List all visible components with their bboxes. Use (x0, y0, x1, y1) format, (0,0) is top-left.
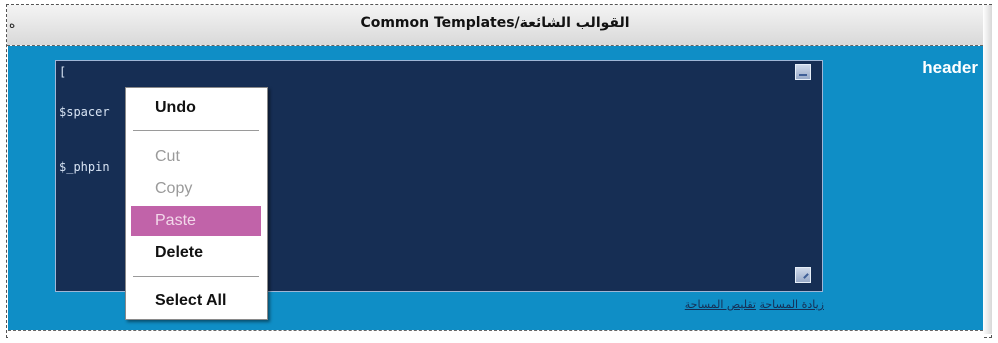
code-line: $_phpin (59, 160, 110, 174)
decrease-area-link[interactable]: تقليص المساحة (685, 298, 756, 311)
scroll-up-icon (799, 74, 807, 76)
right-shade (983, 5, 992, 334)
scroll-up-button[interactable] (795, 64, 811, 80)
field-label-header: header (922, 58, 978, 77)
scroll-down-button[interactable] (795, 267, 811, 283)
menu-item-paste[interactable]: Paste (131, 206, 261, 236)
menu-item-copy: Copy (155, 180, 193, 197)
resize-links: زيادة المساحة تقليص المساحة (600, 298, 824, 311)
context-menu: Undo Cut Copy Paste Delete Select All (125, 87, 268, 320)
resize-grip-icon (803, 273, 809, 279)
increase-area-link[interactable]: زيادة المساحة (759, 298, 824, 311)
code-line: $spacer (59, 105, 110, 119)
code-line: [ (59, 65, 67, 79)
menu-separator (133, 130, 259, 132)
title-bar: ه Common Templates/القوالب الشائعة (7, 5, 983, 46)
menu-item-select-all[interactable]: Select All (131, 286, 261, 316)
menu-item-undo[interactable]: Undo (131, 93, 261, 123)
page-title: Common Templates/القوالب الشائعة (360, 15, 630, 31)
menu-item-cut: Cut (155, 148, 180, 165)
menu-separator (133, 276, 259, 278)
panel-bottom-edge (8, 330, 983, 339)
menu-item-delete[interactable]: Delete (131, 238, 261, 268)
